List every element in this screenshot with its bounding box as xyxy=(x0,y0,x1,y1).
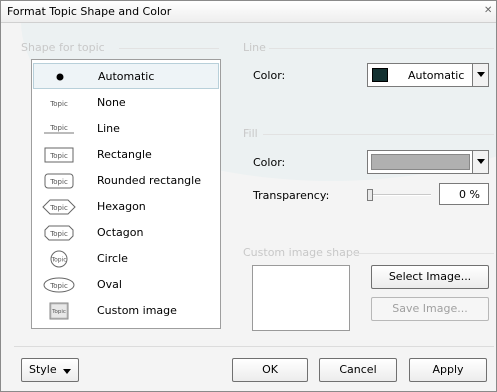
list-item[interactable]: Topic Octagon xyxy=(33,220,219,246)
octagon-shape-icon: Topic xyxy=(44,225,74,241)
list-item-label: Automatic xyxy=(98,70,155,83)
shape-sample-text: Topic xyxy=(49,152,68,160)
list-item-label: Line xyxy=(97,122,120,135)
fill-color-label: Color: xyxy=(253,156,286,169)
list-item[interactable]: Topic Hexagon xyxy=(33,194,219,220)
list-item[interactable]: Topic Circle xyxy=(33,246,219,272)
title-bar: Format Topic Shape and Color ✕ xyxy=(1,1,496,23)
transparency-input[interactable]: 0 % xyxy=(439,183,489,205)
list-item-label: Oval xyxy=(97,278,122,291)
fill-color-swatch xyxy=(371,154,470,170)
fill-group-divider xyxy=(263,134,494,135)
format-topic-shape-dialog: Format Topic Shape and Color ✕ Shape for… xyxy=(0,0,497,392)
list-item[interactable]: Topic Oval xyxy=(33,272,219,298)
custom-image-shape-icon: Topic xyxy=(49,302,69,320)
list-item[interactable]: Topic Rectangle xyxy=(33,142,219,168)
save-image-button[interactable]: Save Image... xyxy=(371,297,489,321)
rectangle-shape-icon: Topic xyxy=(44,147,74,163)
transparency-label: Transparency: xyxy=(253,189,330,202)
shape-sample-text: Topic xyxy=(49,230,68,238)
list-item-label: Custom image xyxy=(97,304,177,317)
oval-shape-icon: Topic xyxy=(43,277,75,293)
chevron-down-icon xyxy=(63,369,71,374)
rounded-rectangle-shape-icon: Topic xyxy=(44,173,74,189)
shape-sample-text: Topic xyxy=(50,257,66,264)
line-color-swatch xyxy=(372,68,388,82)
custom-image-group-divider xyxy=(351,253,494,254)
chevron-down-icon[interactable] xyxy=(472,151,488,173)
line-color-dropdown[interactable]: Automatic xyxy=(367,63,489,87)
dot-shape-icon xyxy=(56,73,64,81)
custom-image-group-label: Custom image shape xyxy=(243,246,360,259)
hexagon-shape-icon: Topic xyxy=(42,199,76,215)
list-item-label: Hexagon xyxy=(97,200,146,213)
shape-sample-text: Topic xyxy=(49,178,68,186)
chevron-down-icon[interactable] xyxy=(472,64,488,86)
list-item[interactable]: Automatic xyxy=(33,63,219,89)
cancel-button[interactable]: Cancel xyxy=(319,358,397,382)
ok-button[interactable]: OK xyxy=(232,358,308,382)
list-item[interactable]: Topic Custom image xyxy=(33,298,219,324)
close-icon[interactable]: ✕ xyxy=(484,5,496,17)
style-button[interactable]: Style xyxy=(21,358,79,382)
fill-color-dropdown[interactable] xyxy=(367,150,489,174)
line-group-divider xyxy=(269,48,494,49)
line-shape-icon: Topic xyxy=(44,124,74,134)
shape-group-label: Shape for topic xyxy=(21,41,105,54)
line-group-label: Line xyxy=(243,41,266,54)
line-color-label: Color: xyxy=(253,69,286,82)
style-button-label: Style xyxy=(29,363,57,376)
line-color-value: Automatic xyxy=(408,69,465,82)
shape-list[interactable]: Automatic Topic None Topic Line Topic Re… xyxy=(31,59,221,329)
fill-group-label: Fill xyxy=(243,127,258,140)
list-item[interactable]: Topic Rounded rectangle xyxy=(33,168,219,194)
list-item-label: Circle xyxy=(97,252,128,265)
list-item-label: Rounded rectangle xyxy=(97,174,201,187)
list-item-label: None xyxy=(97,96,126,109)
shape-sample-text: Topic xyxy=(51,309,66,315)
circle-shape-icon: Topic xyxy=(50,250,68,268)
select-image-button[interactable]: Select Image... xyxy=(371,265,489,289)
shape-sample-text: Topic xyxy=(49,124,68,132)
none-shape-icon: Topic xyxy=(49,100,68,108)
shape-sample-text: Topic xyxy=(49,100,68,108)
custom-image-preview xyxy=(252,265,350,331)
transparency-slider-thumb[interactable] xyxy=(367,189,373,201)
shape-sample-text: Topic xyxy=(49,204,68,212)
list-item[interactable]: Topic Line xyxy=(33,116,219,142)
shape-group-divider xyxy=(119,48,219,49)
list-item[interactable]: Topic None xyxy=(33,90,219,116)
dialog-title: Format Topic Shape and Color xyxy=(7,5,172,18)
list-item-label: Rectangle xyxy=(97,148,152,161)
apply-button[interactable]: Apply xyxy=(409,358,487,382)
shape-sample-text: Topic xyxy=(49,282,68,290)
list-item-label: Octagon xyxy=(97,226,144,239)
transparency-slider-track[interactable] xyxy=(369,194,431,196)
footer-divider xyxy=(14,346,494,347)
